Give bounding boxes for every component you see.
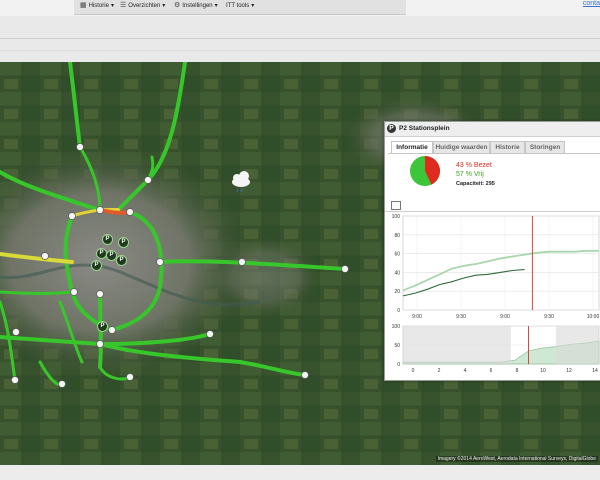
menu-instellingen-label: Instellingen: [182, 2, 213, 9]
tab-huidige-waarden[interactable]: Huidige waarden: [433, 141, 490, 153]
menu-instellingen[interactable]: ⚙ Instellingen ▾: [174, 2, 218, 9]
y-tick-label: 40: [394, 270, 400, 276]
occupancy-navigator-chart[interactable]: 0 50 100 0 2 4 6 8 10 12 14: [385, 324, 600, 378]
x-tick-label: 12: [566, 368, 572, 374]
list-icon: ☰: [120, 2, 127, 9]
status-bar: [0, 465, 600, 480]
occupancy-line-chart[interactable]: 0 20 40 60 80 100 9:00 9:30 9:00 9:30 10:00: [385, 212, 600, 324]
y-tick-label: 60: [394, 252, 400, 258]
chevron-down-icon: ▾: [251, 3, 255, 9]
tab-storingen[interactable]: Storingen: [525, 141, 565, 153]
parking-label: P: [105, 236, 110, 242]
menu-overzichten-label: Overzichten: [128, 2, 161, 9]
parking-marker[interactable]: P: [91, 260, 102, 271]
y-tick-label: 0: [397, 362, 400, 368]
x-tick-label: 8: [516, 368, 519, 374]
x-tick-label: 9:30: [544, 314, 554, 320]
popup-title: P2 Stationsplein: [399, 125, 450, 132]
capacity-text: Capaciteit: 295: [456, 181, 495, 187]
y-tick-label: 0: [397, 308, 400, 314]
parking-label: P: [94, 262, 99, 268]
menu-strip: ▦ Historie ▾ ☰ Overzichten ▾ ⚙ Instellin…: [74, 0, 406, 15]
gear-icon: ⚙: [174, 2, 181, 9]
parking-label: P: [99, 250, 104, 256]
x-tick-label: 9:00: [412, 314, 422, 320]
chevron-down-icon: ▾: [214, 3, 218, 9]
x-tick-label: 9:30: [456, 314, 466, 320]
parking-marker[interactable]: P: [116, 255, 127, 266]
parking-icon: P: [387, 124, 396, 133]
parking-label: P: [109, 252, 114, 258]
plot-area: [402, 215, 600, 311]
grid-icon: ▦: [80, 2, 87, 9]
divider: [0, 38, 600, 39]
x-tick-label: 2: [438, 368, 441, 374]
x-tick-label: 10: [540, 368, 546, 374]
menu-overzichten[interactable]: ☰ Overzichten ▾: [120, 2, 165, 9]
menu-historie-label: Historie: [88, 2, 109, 9]
occupied-percentage: 43 % Bezet: [456, 162, 492, 169]
occupancy-pie-chart: [410, 156, 440, 186]
x-tick-label: 4: [464, 368, 467, 374]
parking-marker[interactable]: P: [97, 321, 108, 332]
chart-tool-icon[interactable]: [391, 201, 401, 210]
popup-header: P P2 Stationsplein: [385, 122, 600, 137]
y-tick-label: 100: [392, 324, 401, 330]
navigator-mask-left: [403, 326, 511, 364]
menu-bar: ▦ Historie ▾ ☰ Overzichten ▾ ⚙ Instellin…: [0, 0, 600, 16]
menu-itt-tools[interactable]: ITT tools ▾: [226, 2, 255, 10]
parking-label: P: [121, 239, 126, 245]
tab-historie[interactable]: Historie: [490, 141, 525, 153]
navigator-mask-right: [555, 326, 599, 364]
menu-itt-tools-label: ITT tools: [226, 2, 250, 9]
parking-label: P: [100, 323, 105, 329]
contact-link[interactable]: conta: [583, 0, 600, 7]
x-tick-label: 6: [490, 368, 493, 374]
x-tick-label: 10:00: [587, 314, 600, 320]
free-percentage: 57 % Vrij: [456, 171, 484, 178]
toolbar-area: [0, 16, 600, 62]
x-tick-label: 9:00: [500, 314, 510, 320]
parking-marker[interactable]: P: [102, 234, 113, 245]
menu-historie[interactable]: ▦ Historie ▾: [80, 2, 114, 9]
x-tick-label: 14: [592, 368, 598, 374]
y-tick-label: 20: [394, 289, 400, 295]
y-tick-label: 50: [394, 343, 400, 349]
parking-info-popup: P P2 Stationsplein Informatie Huidige wa…: [384, 121, 600, 381]
x-tick-label: 0: [412, 368, 415, 374]
parking-marker[interactable]: P: [118, 237, 129, 248]
divider: [0, 50, 600, 51]
chevron-down-icon: ▾: [110, 3, 114, 9]
y-tick-label: 80: [394, 233, 400, 239]
parking-label: P: [119, 257, 124, 263]
y-tick-label: 100: [392, 214, 401, 220]
chevron-down-icon: ▾: [162, 3, 166, 9]
map-attribution: Imagery ©2014 AeroWest, Aerodata Interna…: [435, 456, 598, 462]
